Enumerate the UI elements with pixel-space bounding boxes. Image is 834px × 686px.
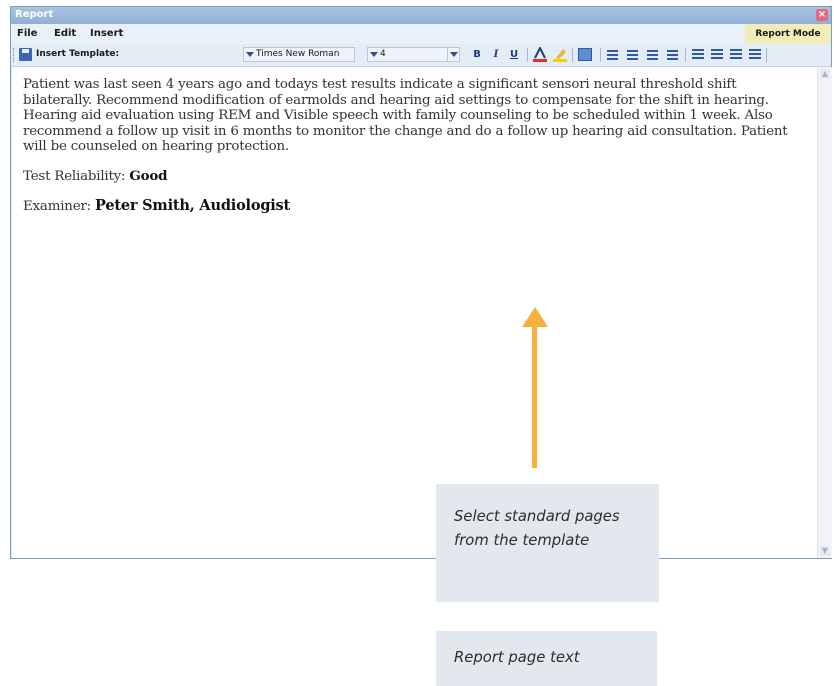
menu-edit[interactable]: Edit: [54, 28, 76, 39]
test-reliability-value: Good: [129, 167, 168, 184]
bold-button[interactable]: B: [471, 48, 483, 62]
insert-template-label: Insert Template:: [36, 49, 120, 59]
report-editor[interactable]: Patient was last seen 4 years ago and to…: [12, 67, 817, 558]
chevron-down-icon: [450, 52, 458, 57]
chevron-down-icon: [370, 52, 378, 57]
arrow-up-icon: [522, 307, 548, 327]
chevron-down-icon: [246, 52, 254, 57]
menu-insert[interactable]: Insert: [90, 28, 123, 39]
increase-indent-icon[interactable]: [749, 49, 761, 60]
menu-bar: File Edit Insert Report Mode: [11, 24, 831, 44]
callout-arrow: [532, 325, 537, 468]
align-center-icon[interactable]: [627, 50, 638, 60]
underline-button[interactable]: U: [508, 48, 520, 62]
numbered-list-icon[interactable]: [692, 49, 704, 60]
test-reliability-line: Test Reliability: Good: [23, 167, 803, 185]
decrease-indent-icon[interactable]: [730, 49, 742, 60]
font-size-value: 4: [380, 49, 386, 59]
font-size-dropdown-button[interactable]: [447, 47, 460, 62]
font-size-select[interactable]: 4: [367, 47, 457, 62]
toolbar-separator: [685, 48, 686, 62]
report-text-callout: Report page text: [436, 631, 657, 686]
toolbar-separator: [572, 48, 573, 62]
menu-file[interactable]: File: [17, 28, 37, 39]
italic-button[interactable]: I: [490, 48, 502, 62]
title-bar: Report ×: [11, 7, 831, 24]
toolbar-grip[interactable]: [13, 48, 16, 62]
font-color-icon[interactable]: [533, 45, 547, 63]
toolbar-separator: [600, 48, 601, 62]
align-left-icon[interactable]: [607, 50, 618, 60]
font-family-value: Times New Roman: [256, 49, 340, 59]
align-right-icon[interactable]: [647, 50, 658, 60]
save-icon[interactable]: [19, 48, 32, 61]
examiner-line: Examiner: Peter Smith, Audiologist: [23, 196, 803, 215]
report-document: Patient was last seen 4 years ago and to…: [23, 77, 803, 228]
report-paragraph: Patient was last seen 4 years ago and to…: [23, 77, 788, 155]
formatting-toolbar: Insert Template: Times New Roman 4 B I U: [11, 44, 831, 67]
examiner-value: Peter Smith, Audiologist: [95, 196, 291, 214]
vertical-scrollbar[interactable]: ▲ ▼: [817, 67, 832, 558]
align-justify-icon[interactable]: [667, 50, 678, 60]
image-icon[interactable]: [578, 48, 592, 61]
close-icon[interactable]: ×: [816, 9, 828, 21]
toolbar-separator: [766, 48, 767, 62]
test-reliability-label: Test Reliability:: [23, 168, 130, 184]
examiner-label: Examiner:: [23, 198, 96, 214]
toolbar-separator: [527, 48, 528, 62]
bulleted-list-icon[interactable]: [711, 49, 723, 60]
report-window: Report × File Edit Insert Report Mode In…: [10, 6, 832, 559]
font-family-select[interactable]: Times New Roman: [243, 47, 355, 62]
window-title: Report: [15, 9, 54, 20]
scroll-down-icon[interactable]: ▼: [820, 546, 830, 556]
template-callout: Select standard pages from the template: [436, 484, 659, 602]
highlight-icon[interactable]: [553, 47, 567, 63]
report-mode-button[interactable]: Report Mode: [745, 24, 831, 44]
scroll-up-icon[interactable]: ▲: [820, 69, 830, 79]
